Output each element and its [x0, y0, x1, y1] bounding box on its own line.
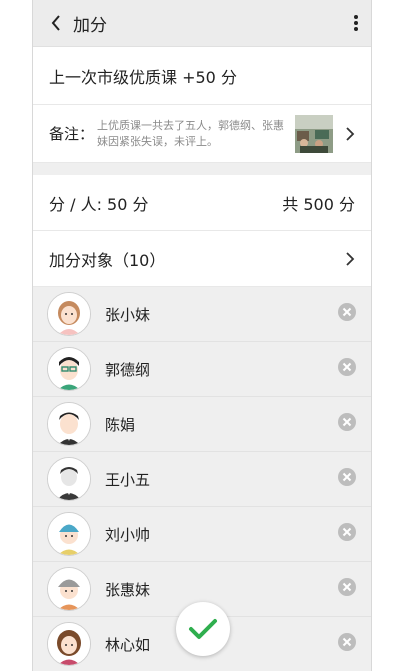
list-item[interactable]: 陈娟: [33, 397, 371, 452]
targets-row[interactable]: 加分对象（10）: [33, 231, 371, 287]
avatar: [47, 402, 91, 446]
record-title: 上一次市级优质课 +50 分: [49, 67, 237, 87]
person-name: 刘小帅: [105, 525, 151, 544]
girl-hat-avatar-icon: [48, 568, 90, 610]
person-name: 陈娟: [105, 415, 136, 434]
list-item[interactable]: 王小五: [33, 452, 371, 507]
avatar: [47, 567, 91, 611]
remark-photo-thumbnail[interactable]: [295, 114, 333, 153]
confirm-button[interactable]: [176, 602, 230, 656]
more-vertical-icon: [354, 15, 358, 31]
remove-icon[interactable]: [337, 632, 357, 656]
remark-label: 备注：: [49, 125, 95, 143]
record-section: 上一次市级优质课 +50 分 备注： 上优质课一共去了五人，郭德纲、张惠妹因紧张…: [33, 47, 371, 163]
person-name: 张惠妹: [105, 580, 151, 599]
targets-label: 加分对象（10）: [49, 250, 166, 270]
person-name: 郭德纲: [105, 360, 151, 379]
avatar: [47, 457, 91, 501]
targets-chevron-icon: [345, 251, 355, 267]
remark-text: 上优质课一共去了五人，郭德纲、张惠妹因紧张失误，未评上。: [97, 118, 284, 148]
remove-icon[interactable]: [337, 467, 357, 491]
remove-icon[interactable]: [337, 412, 357, 436]
more-menu-button[interactable]: [341, 14, 371, 32]
score-row: 分 / 人: 50 分 共 500 分: [33, 175, 371, 231]
back-arrow-icon: [51, 15, 60, 31]
back-button[interactable]: [39, 14, 73, 32]
checkmark-icon: [189, 619, 217, 639]
avatar: [47, 512, 91, 556]
record-title-row: 上一次市级优质课 +50 分: [33, 47, 371, 105]
boy-cap-avatar-icon: [48, 513, 90, 555]
default-user-avatar-icon: [48, 458, 90, 500]
remove-icon[interactable]: [337, 357, 357, 381]
avatar: [47, 622, 91, 666]
remark-chevron-icon: [345, 126, 355, 142]
person-name: 张小妹: [105, 305, 151, 324]
avatar: [47, 292, 91, 336]
score-per-person: 分 / 人: 50 分: [49, 194, 149, 214]
list-item[interactable]: 张小妹: [33, 287, 371, 342]
person-name: 林心如: [105, 635, 151, 654]
score-total: 共 500 分: [282, 194, 355, 214]
person-name: 王小五: [105, 470, 151, 489]
remark-row[interactable]: 备注： 上优质课一共去了五人，郭德纲、张惠妹因紧张失误，未评上。: [33, 105, 371, 163]
score-section: 分 / 人: 50 分 共 500 分 加分对象（10）: [33, 175, 371, 287]
avatar: [47, 347, 91, 391]
section-divider: [33, 163, 371, 175]
girl-avatar-icon: [48, 293, 90, 335]
app-screen: 加分 上一次市级优质课 +50 分 备注： 上优质课一共去了五人，郭德纲、张惠妹…: [32, 0, 372, 671]
list-item[interactable]: 郭德纲: [33, 342, 371, 397]
list-item[interactable]: 刘小帅: [33, 507, 371, 562]
top-bar: 加分: [33, 0, 371, 47]
remove-icon[interactable]: [337, 577, 357, 601]
remove-icon[interactable]: [337, 522, 357, 546]
woman-avatar-icon: [48, 623, 90, 665]
man-suit-avatar-icon: [48, 403, 90, 445]
page-title: 加分: [73, 15, 107, 36]
photo-image: [295, 114, 333, 153]
remove-icon[interactable]: [337, 302, 357, 326]
man-glasses-avatar-icon: [48, 348, 90, 390]
